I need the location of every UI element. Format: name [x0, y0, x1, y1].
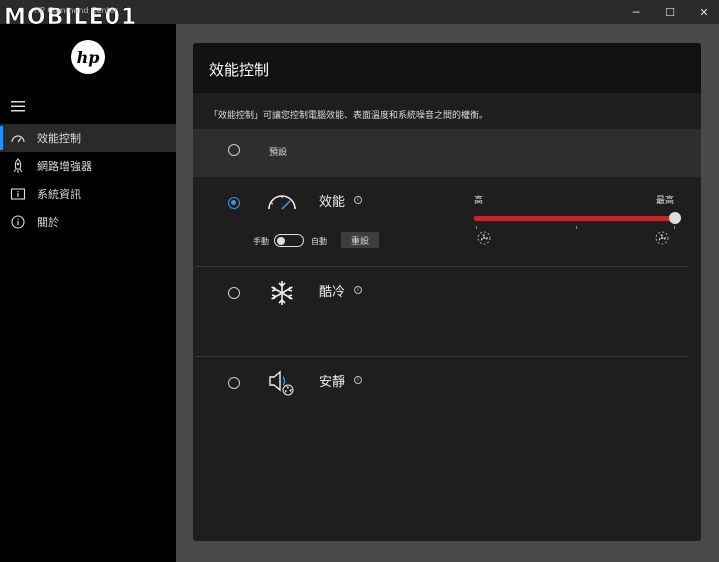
app-title: HP Command Center: [34, 6, 118, 15]
sidebar-item-label: 效能控制: [37, 132, 81, 145]
speedometer-icon: [11, 135, 25, 143]
slider-low-label: 高: [474, 196, 484, 206]
auto-label: 自動: [311, 237, 327, 246]
performance-label: 效能: [319, 195, 346, 210]
divider: [196, 356, 688, 357]
panel-description: 「效能控制」可讓您控制電腦效能、表面溫度和系統噪音之間的權衡。: [209, 111, 489, 121]
title-bar: MOBILE01 HP Command Center ─ ☐ ✕: [0, 0, 719, 30]
divider: [196, 266, 688, 267]
sidebar-item-system-info[interactable]: 系統資訊: [0, 180, 176, 208]
manual-auto-toggle[interactable]: [274, 234, 304, 247]
close-button[interactable]: ✕: [686, 0, 719, 24]
default-label: 預設: [269, 148, 288, 158]
default-radio[interactable]: [228, 144, 240, 156]
page-title: 效能控制: [209, 61, 270, 79]
sidebar-item-label: 系統資訊: [37, 188, 81, 201]
info-icon[interactable]: i: [354, 196, 362, 204]
sidebar-item-label: 網路增強器: [37, 160, 92, 173]
info-icon[interactable]: i: [354, 376, 362, 384]
snowflake-icon: [271, 281, 293, 305]
sidebar-item-performance[interactable]: 效能控制: [0, 124, 176, 152]
fan-high-icon: [655, 231, 669, 245]
hp-logo: hp: [71, 40, 105, 74]
speedometer-icon: [268, 195, 296, 210]
quiet-label: 安靜: [319, 375, 346, 390]
panel-header: 效能控制: [193, 43, 701, 93]
rocket-icon: [13, 158, 23, 173]
slider-tick: [476, 226, 477, 229]
sidebar-item-label: 關於: [37, 216, 59, 229]
info-icon[interactable]: i: [354, 286, 362, 294]
performance-radio[interactable]: [228, 197, 240, 209]
fan-low-icon: [477, 231, 491, 245]
quiet-speaker-icon: [269, 370, 294, 396]
slider-high-label: 最高: [656, 196, 675, 206]
quiet-radio[interactable]: [228, 377, 240, 389]
performance-control-panel: 效能控制 「效能控制」可讓您控制電腦效能、表面溫度和系統噪音之間的權衡。 預設 …: [193, 43, 701, 541]
sidebar: hp 效能控制 網路增強器 系統資訊 關於: [0, 24, 176, 562]
reset-button[interactable]: 重設: [341, 232, 379, 248]
cool-label: 酷冷: [319, 285, 346, 300]
slider-tick: [674, 226, 675, 229]
maximize-button[interactable]: ☐: [652, 0, 688, 24]
sidebar-item-network-booster[interactable]: 網路增強器: [0, 152, 176, 180]
performance-slider-thumb[interactable]: [669, 212, 681, 224]
menu-icon[interactable]: [11, 101, 25, 112]
info-box-icon: [10, 188, 26, 200]
cool-radio[interactable]: [228, 287, 240, 299]
option-default-row[interactable]: 預設: [193, 129, 701, 177]
info-circle-icon: [11, 215, 25, 229]
manual-label: 手動: [253, 237, 269, 246]
slider-tick: [576, 226, 577, 229]
sidebar-item-about[interactable]: 關於: [0, 208, 176, 236]
performance-slider-track[interactable]: [474, 216, 676, 221]
minimize-button[interactable]: ─: [618, 0, 654, 24]
